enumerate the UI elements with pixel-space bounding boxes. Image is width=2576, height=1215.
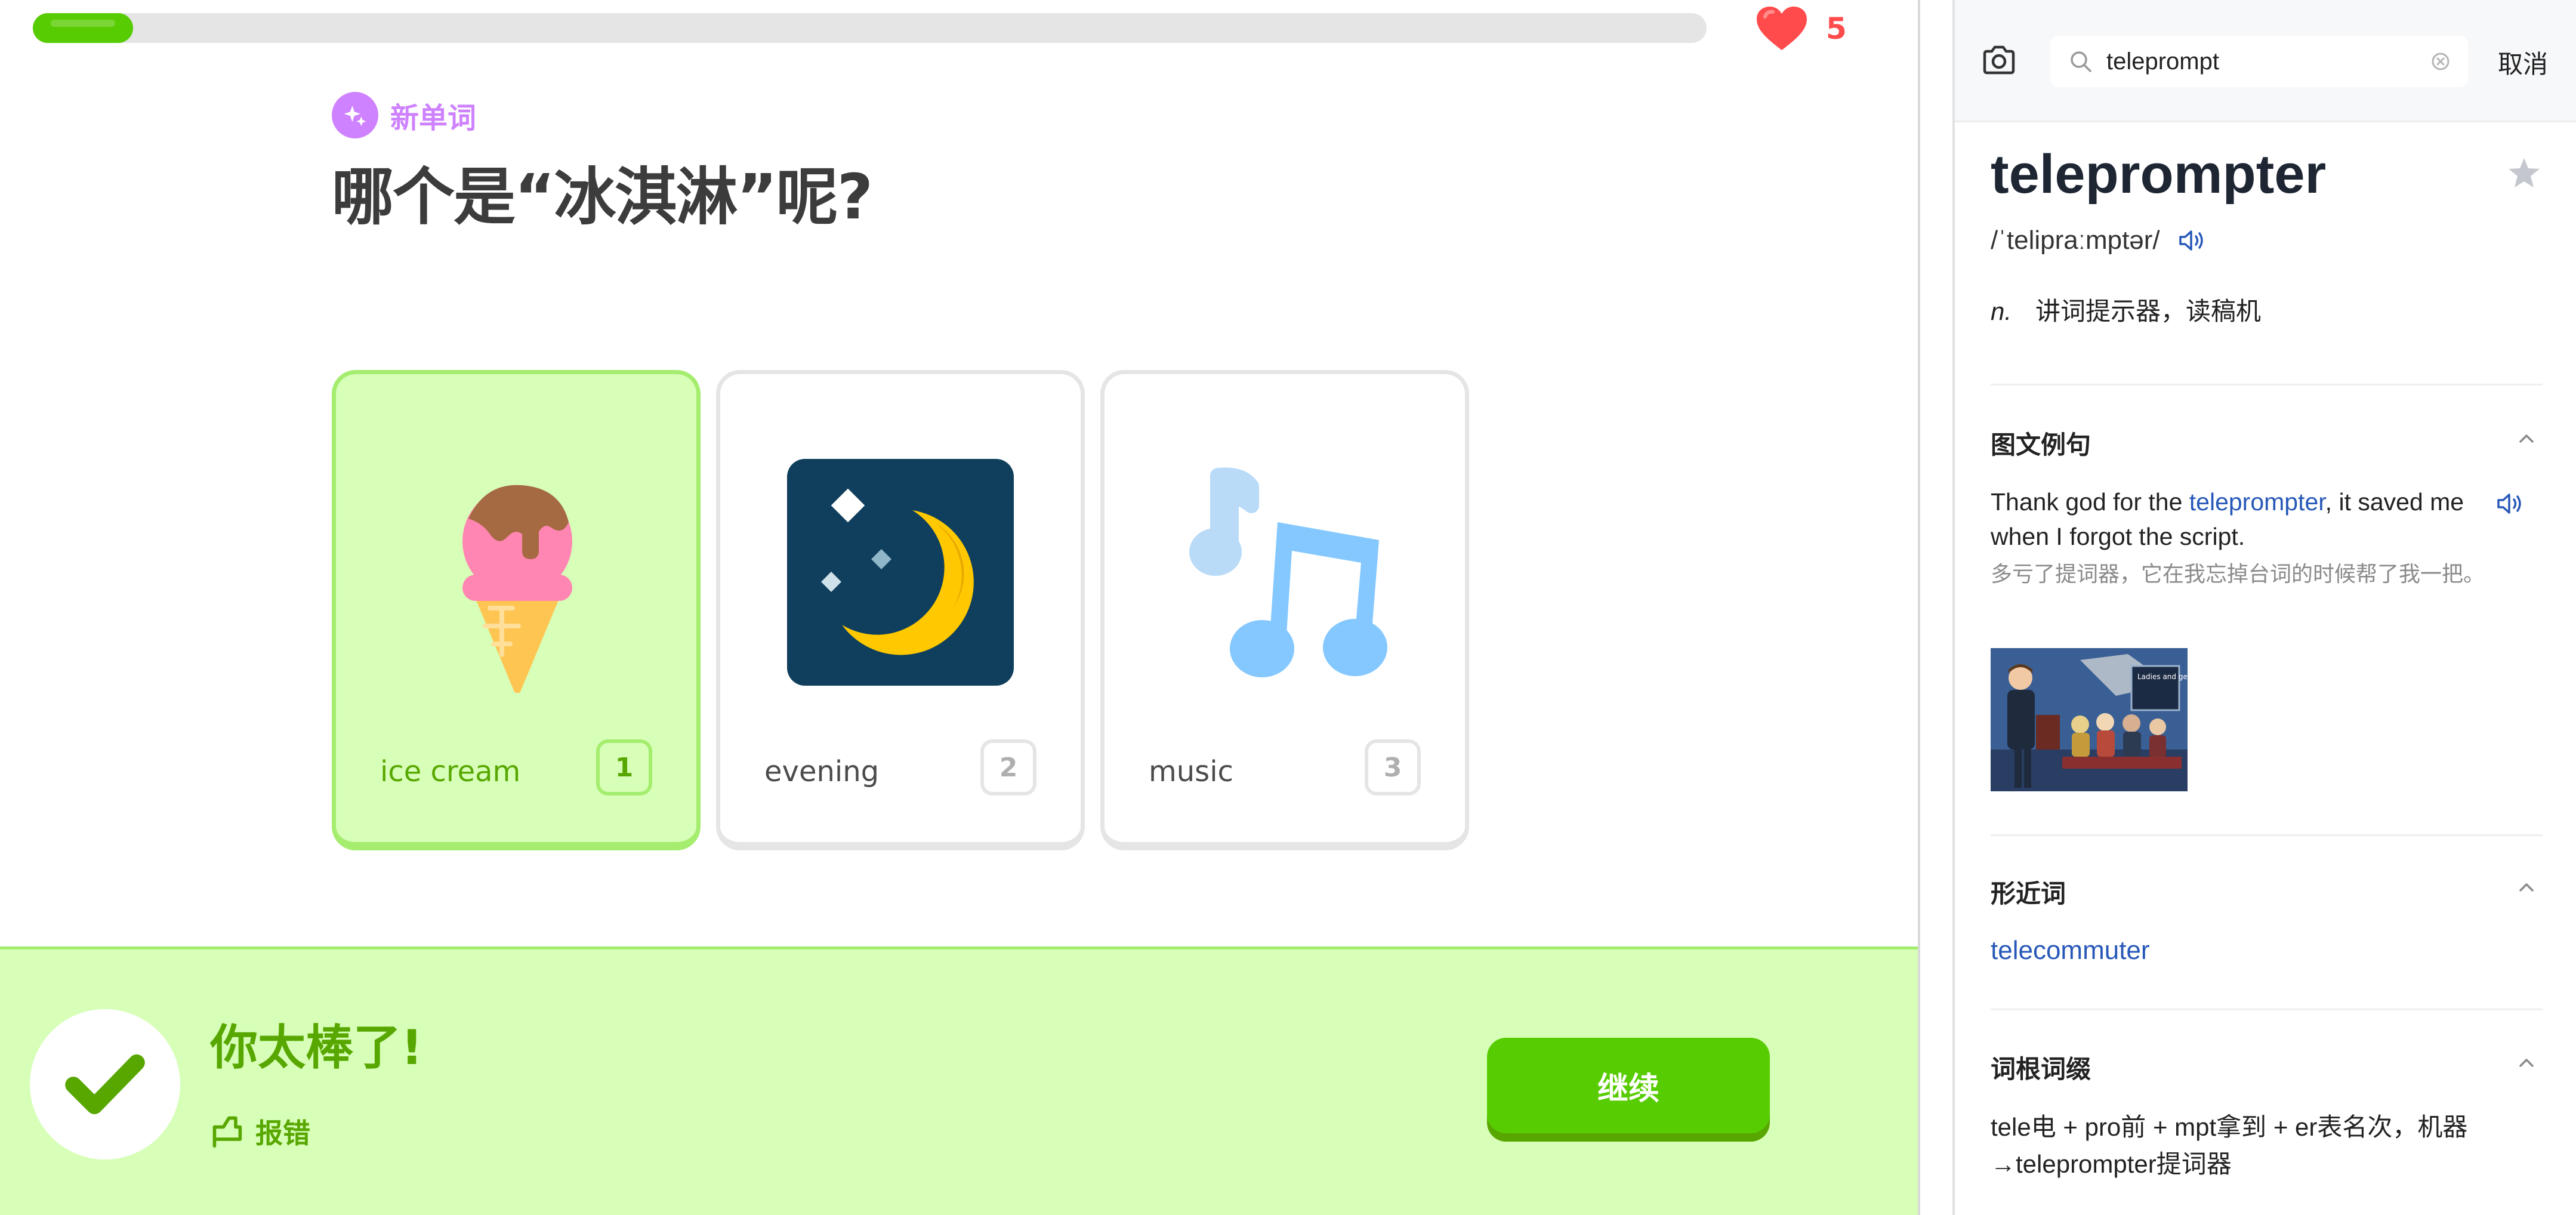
music-notes-icon [1189, 467, 1387, 677]
star-icon[interactable] [2507, 156, 2541, 190]
feedback-footer: 你太棒了! 报错 继续 [0, 946, 1918, 1215]
example-translation: 多亏了提词器，它在我忘掉台词的时候帮了我一把。 [1991, 562, 2485, 586]
feedback-title: 你太棒了! [210, 1020, 423, 1075]
search-icon [2071, 51, 2091, 72]
continue-button[interactable]: 继续 [1487, 1038, 1770, 1133]
choice-key: 3 [1365, 739, 1421, 795]
part-of-speech: n. [1991, 297, 2012, 325]
divider [1991, 1009, 2543, 1010]
example-text: Thank god for the [1991, 488, 2189, 516]
choice-key: 1 [596, 739, 652, 795]
phonetic-row: /ˈtelipraːmptər/ [1991, 226, 2208, 255]
progress-fill [33, 13, 134, 43]
choice-word: evening [764, 755, 880, 788]
dictionary-search-bar: 取消 [1955, 0, 2576, 122]
search-box[interactable] [2050, 36, 2468, 87]
example-highlight[interactable]: teleprompter [2189, 488, 2325, 516]
choice-word: music [1149, 755, 1233, 788]
moon-stars-icon [787, 459, 1014, 686]
check-icon [30, 1009, 180, 1160]
choice-key: 2 [980, 739, 1036, 795]
heart-icon [1757, 7, 1807, 50]
question-title: 哪个是“冰淇淋”呢? [332, 161, 873, 233]
choice-card-evening[interactable]: evening 2 [716, 370, 1085, 850]
progress-bar [33, 13, 1707, 43]
lesson-panel: 5 新单词 哪个是“冰淇淋”呢? ice cream 1 evening 2 m… [0, 0, 1920, 1215]
sparkle-icon [332, 92, 378, 138]
dictionary-panel: 取消 teleprompter /ˈtelipraːmptər/ n. 讲词提示器… [1952, 0, 2576, 1215]
search-input[interactable] [2106, 48, 2417, 75]
chevron-up-icon[interactable] [2515, 880, 2538, 895]
ice-cream-icon [462, 485, 572, 693]
flag-icon [212, 1116, 242, 1148]
new-word-badge: 新单词 [332, 91, 476, 139]
etymology-text: tele电 + pro前 + mpt拿到 + er表名次，机器→teleprom… [1991, 1113, 2468, 1178]
choice-card-ice-cream[interactable]: ice cream 1 [332, 370, 701, 850]
headword: teleprompter [1991, 144, 2327, 205]
cancel-button[interactable]: 取消 [2498, 44, 2548, 81]
section-title-similar[interactable]: 形近词 [1991, 874, 2066, 910]
report-label: 报错 [255, 1117, 310, 1149]
chevron-up-icon[interactable] [2515, 1055, 2538, 1071]
choice-card-music[interactable]: music 3 [1100, 370, 1469, 850]
definition: n. 讲词提示器，读稿机 [1991, 291, 2261, 328]
similar-word-link[interactable]: telecommuter [1991, 936, 2150, 966]
report-button[interactable]: 报错 [210, 1111, 310, 1152]
camera-icon[interactable] [1981, 44, 2017, 76]
divider [1991, 834, 2543, 836]
new-word-label: 新单词 [390, 101, 477, 135]
speaker-icon[interactable] [2177, 227, 2208, 254]
hearts-counter[interactable]: 5 [1754, 5, 1847, 53]
speaker-icon[interactable] [2495, 491, 2526, 517]
choice-word: ice cream [380, 755, 521, 788]
definition-meaning: 讲词提示器，读稿机 [2035, 297, 2262, 325]
illustration-text: Ladies and gentlemen [2137, 673, 2188, 681]
section-title-examples[interactable]: 图文例句 [1991, 425, 2091, 461]
example-illustration[interactable]: Ladies and gentlemen [1991, 648, 2188, 791]
example-sentence: Thank god for the teleprompter, it saved… [1991, 485, 2474, 554]
chevron-up-icon[interactable] [2515, 431, 2538, 446]
phonetic: /ˈtelipraːmptər/ [1991, 226, 2160, 255]
divider [1991, 384, 2543, 386]
clear-icon[interactable] [2431, 52, 2450, 71]
section-title-etymology[interactable]: 词根词缀 [1991, 1049, 2091, 1086]
hearts-count: 5 [1826, 11, 1847, 46]
